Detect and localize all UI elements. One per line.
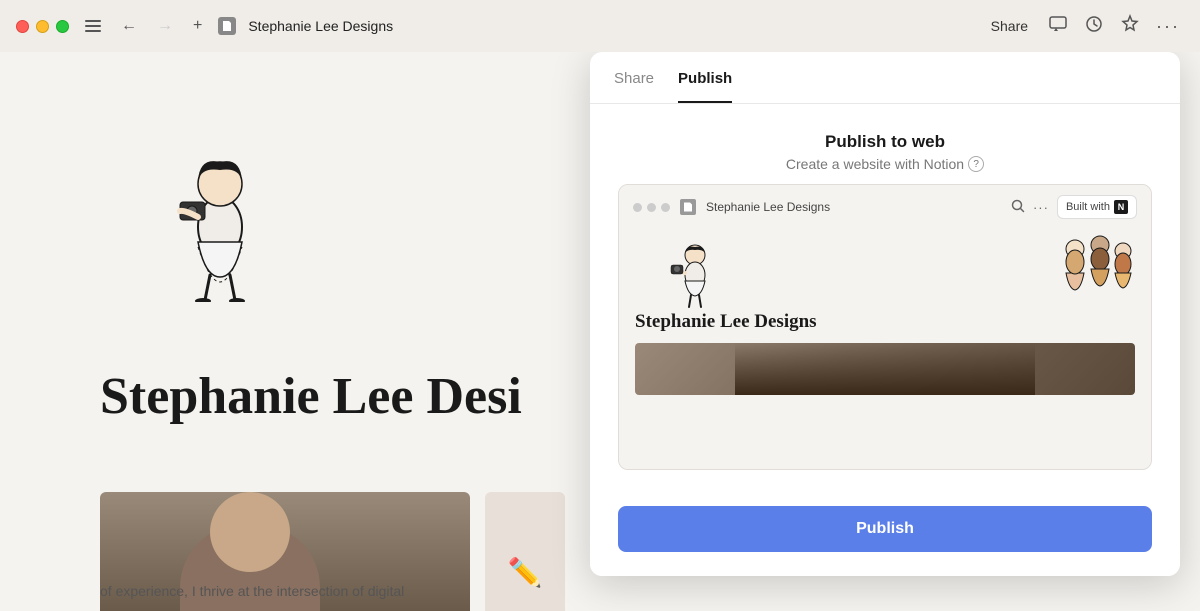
notion-logo: N [1114,200,1128,214]
back-icon: ← [121,17,137,35]
browser-dot-1 [633,203,642,212]
browser-group-illustration [1055,229,1143,306]
share-button[interactable]: Share [983,14,1036,38]
browser-page-icon [680,199,696,215]
browser-dots-menu-icon: ··· [1033,200,1049,215]
maximize-button[interactable] [56,20,69,33]
help-icon[interactable]: ? [968,156,984,172]
more-button[interactable]: ··· [1152,12,1184,41]
bottom-page-text: of experience, I thrive at the intersect… [0,571,1200,611]
publish-to-web-title: Publish to web [618,132,1152,152]
popup-body: Publish to web Create a website with Not… [590,104,1180,470]
traffic-lights [16,20,69,33]
forward-icon: → [157,17,173,35]
comment-icon [1048,14,1068,39]
back-button[interactable]: ← [117,13,141,39]
browser-dot-2 [647,203,656,212]
close-button[interactable] [16,20,29,33]
publish-subtitle: Create a website with Notion ? [618,156,1152,172]
browser-dot-3 [661,203,670,212]
page-illustration [160,132,280,307]
browser-tab-title: Stephanie Lee Designs [706,200,1001,214]
browser-search-icon [1011,199,1025,216]
built-with-badge: Built with N [1057,195,1137,219]
tab-share[interactable]: Share [614,52,654,103]
popup-footer: Publish [590,490,1180,576]
history-button[interactable] [1080,10,1108,43]
sidebar-toggle-button[interactable] [81,16,105,36]
minimize-button[interactable] [36,20,49,33]
browser-cover-image [635,343,1135,395]
publish-button[interactable]: Publish [618,506,1152,552]
titlebar: ← → + Stephanie Lee Designs Share [0,0,1200,52]
page-title: Stephanie Lee Designs [248,18,970,34]
browser-dots [633,203,670,212]
browser-mockup: Stephanie Lee Designs ··· Built with N [618,184,1152,470]
browser-actions: ··· Built with N [1011,195,1137,219]
more-icon: ··· [1156,16,1180,37]
star-icon [1120,14,1140,39]
page-heading: Stephanie Lee Desi [100,367,522,426]
history-icon [1084,14,1104,39]
popup-tabs: Share Publish [590,52,1180,104]
page-icon [218,17,236,35]
publish-popup: Share Publish Publish to web Create a we… [590,52,1180,576]
hamburger-icon [85,20,101,32]
plus-icon: + [193,17,202,35]
add-page-button[interactable]: + [189,13,206,39]
browser-bar: Stephanie Lee Designs ··· Built with N [619,185,1151,229]
browser-content: Stephanie Lee Designs [619,229,1151,469]
bookmark-button[interactable] [1116,10,1144,43]
tab-publish[interactable]: Publish [678,52,732,103]
forward-button[interactable]: → [153,13,177,39]
comment-button[interactable] [1044,10,1072,43]
browser-girl-illustration [669,237,721,314]
publish-header: Publish to web Create a website with Not… [618,132,1152,172]
titlebar-right: Share [983,10,1184,43]
browser-site-title: Stephanie Lee Designs [635,311,1135,333]
